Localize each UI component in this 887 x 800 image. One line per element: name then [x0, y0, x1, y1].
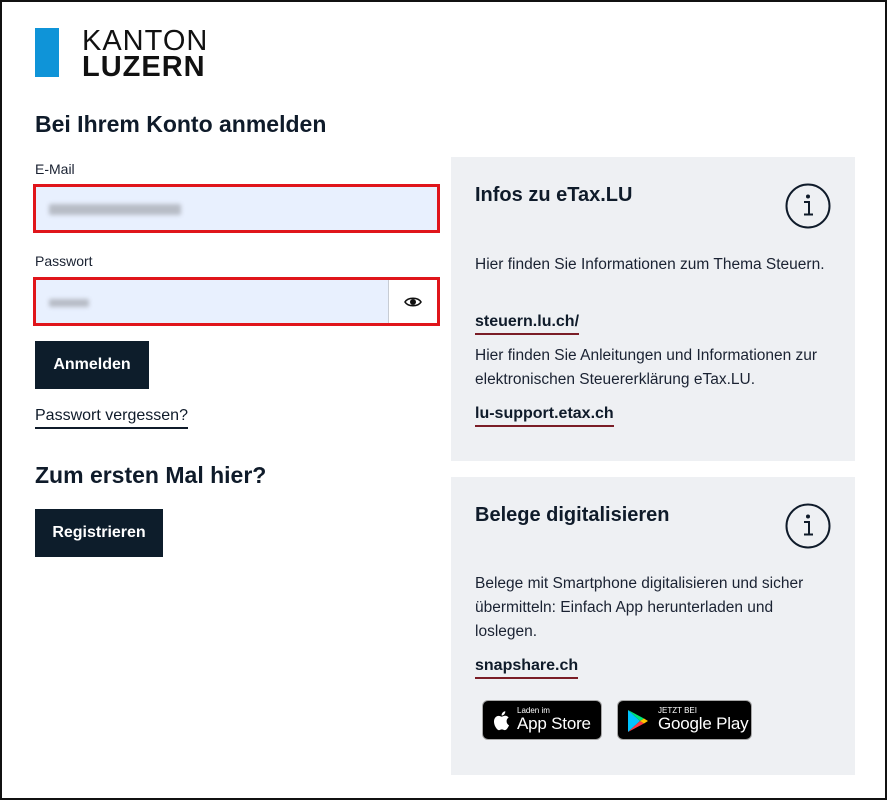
belege-title: Belege digitalisieren	[475, 504, 670, 526]
logo-line2: LUZERN	[82, 51, 206, 83]
etax-support-link[interactable]: lu-support.etax.ch	[475, 405, 614, 427]
app-store-badge[interactable]: Laden im App Store	[482, 700, 602, 740]
etax-info-card: Infos zu eTax.LU Hier finden Sie Informa…	[451, 157, 855, 461]
register-title: Zum ersten Mal hier?	[35, 462, 267, 488]
password-label: Passwort	[35, 253, 93, 269]
forgot-password-link[interactable]: Passwort vergessen?	[35, 407, 188, 429]
password-field[interactable]	[33, 277, 440, 326]
login-button[interactable]: Anmelden	[35, 341, 149, 389]
google-play-icon	[628, 710, 648, 732]
belege-text: Belege mit Smartphone digitalisieren und…	[475, 575, 804, 640]
login-title: Bei Ihrem Konto anmelden	[35, 111, 327, 137]
app-store-big: App Store	[517, 714, 591, 733]
google-play-badge[interactable]: JETZT BEI Google Play	[617, 700, 752, 740]
password-input[interactable]	[36, 280, 391, 323]
google-play-big: Google Play	[658, 714, 749, 733]
logo-bar	[35, 28, 59, 77]
show-password-button[interactable]	[388, 280, 437, 323]
steuern-link[interactable]: steuern.lu.ch/	[475, 313, 580, 335]
etax-info-text2: Hier finden Sie Anleitungen und Informat…	[475, 347, 818, 388]
email-label: E-Mail	[35, 161, 75, 177]
register-button[interactable]: Registrieren	[35, 509, 163, 557]
email-field[interactable]	[33, 184, 440, 233]
info-icon	[785, 183, 831, 229]
info-icon	[785, 503, 831, 549]
etax-info-text1: Hier finden Sie Informationen zum Thema …	[475, 256, 825, 273]
belege-card: Belege digitalisieren Belege mit Smartph…	[451, 477, 855, 775]
page-frame: KANTON LUZERN Bei Ihrem Konto anmelden E…	[0, 0, 887, 800]
snapshare-link[interactable]: snapshare.ch	[475, 657, 579, 679]
email-value-redacted	[49, 204, 181, 215]
password-value-redacted	[49, 299, 89, 307]
eye-icon	[404, 296, 422, 307]
apple-icon	[494, 711, 509, 731]
etax-info-title: Infos zu eTax.LU	[475, 184, 633, 206]
